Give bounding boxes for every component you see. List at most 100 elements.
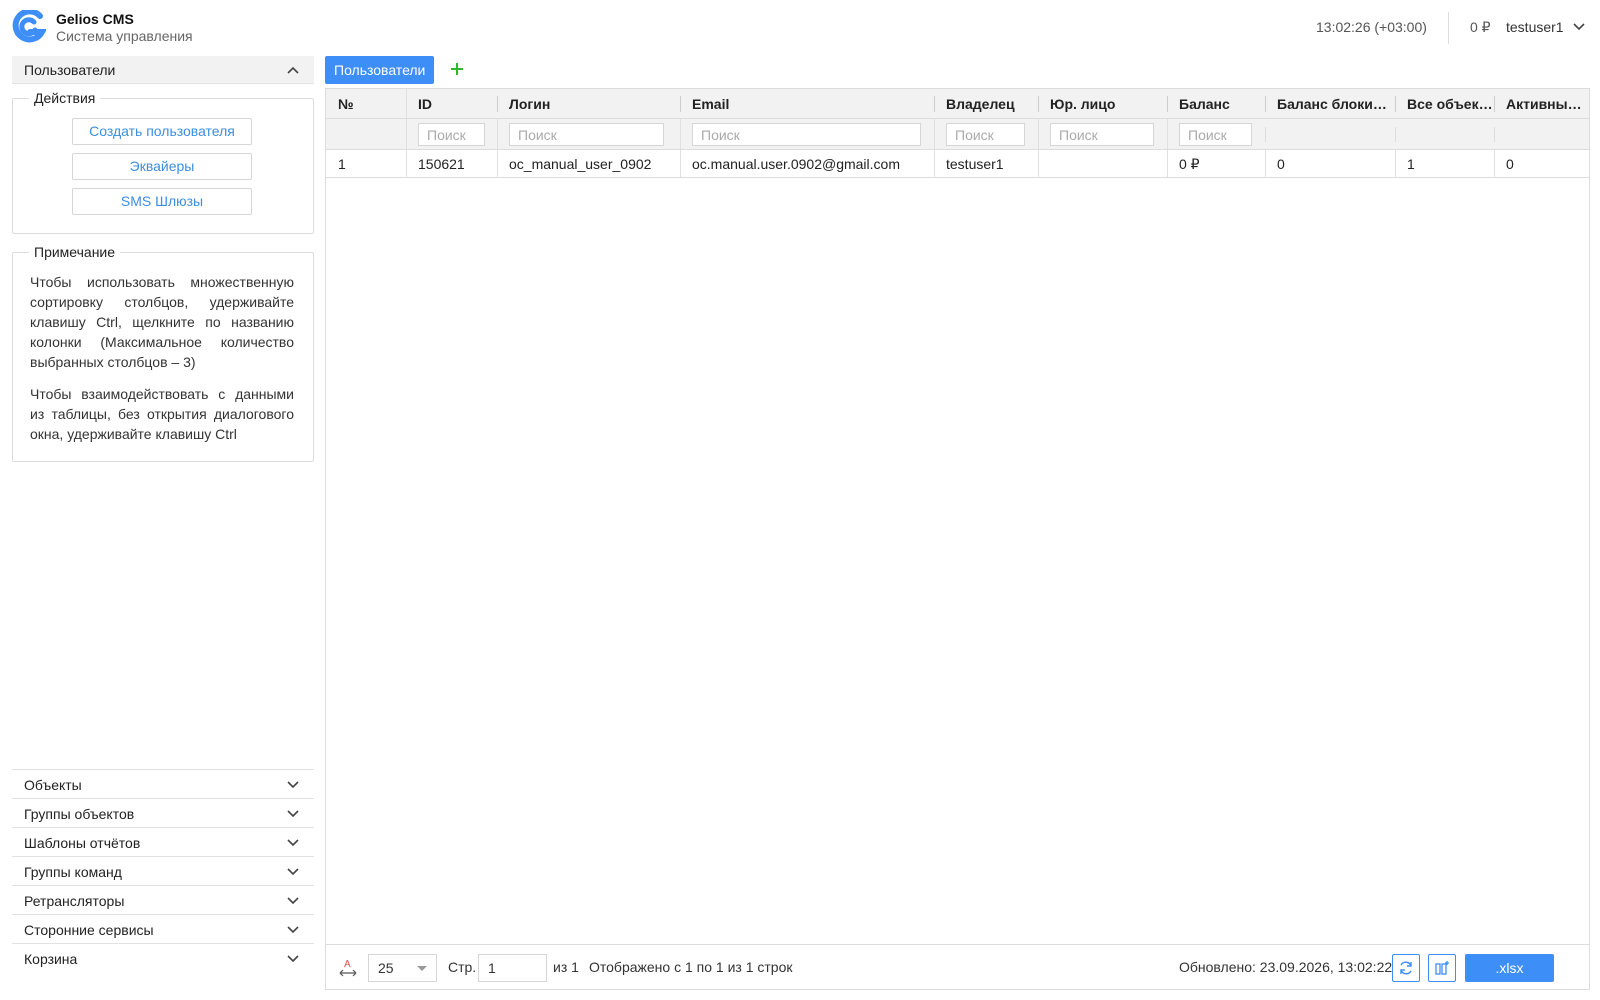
sidebar-section-label: Корзина <box>24 951 78 967</box>
chevron-up-icon[interactable] <box>286 63 300 77</box>
filter-owner-input[interactable] <box>946 123 1025 146</box>
cell-blocked-balance: 0 <box>1277 156 1285 172</box>
column-separator[interactable] <box>1494 96 1495 112</box>
filter-row <box>326 119 1589 150</box>
table-header: № ID Логин Email Владелец Юр. лицо Балан… <box>326 89 1589 119</box>
sidebar-section-users[interactable]: Пользователи <box>12 56 314 84</box>
column-separator[interactable] <box>1265 96 1266 112</box>
updated-text: Обновлено: 23.09.2026, 13:02:22 <box>1179 959 1393 975</box>
app-title: Gelios CMS <box>56 11 134 27</box>
column-header-blocked-balance[interactable]: Баланс блокировки <box>1265 89 1395 119</box>
app-subtitle: Система управления <box>56 28 193 44</box>
table-footer: A 25 Стр. из 1 Отображено с 1 по 1 из 1 … <box>326 944 1589 989</box>
column-divider <box>934 119 935 178</box>
sidebar-section-label: Пользователи <box>24 62 116 78</box>
column-header-id[interactable]: ID <box>406 89 497 119</box>
gelios-logo-icon <box>12 10 46 43</box>
chevron-down-icon[interactable] <box>286 778 300 792</box>
column-header-owner[interactable]: Владелец <box>934 89 1038 119</box>
cell-owner: testuser1 <box>946 156 1004 172</box>
note-text: Чтобы использовать множественную сортиро… <box>30 274 294 370</box>
page-number-input[interactable] <box>478 954 547 982</box>
filter-email-input[interactable] <box>692 123 921 146</box>
column-divider <box>1494 150 1495 178</box>
column-header-number[interactable]: № <box>326 89 406 119</box>
column-divider <box>680 119 681 178</box>
chevron-down-icon[interactable] <box>286 952 300 966</box>
font-size-icon[interactable]: A <box>338 957 358 977</box>
cell-email: oc.manual.user.0902@gmail.com <box>692 156 900 172</box>
chevron-down-icon[interactable] <box>1572 20 1586 34</box>
cell-all-objects: 1 <box>1407 156 1415 172</box>
caret-down-icon <box>417 966 427 971</box>
filter-id-input[interactable] <box>418 123 485 146</box>
sms-gateways-button[interactable]: SMS Шлюзы <box>72 188 252 215</box>
svg-text:A: A <box>344 959 351 970</box>
chevron-down-icon[interactable] <box>286 807 300 821</box>
filter-legal-entity-input[interactable] <box>1050 123 1154 146</box>
filter-balance-input[interactable] <box>1179 123 1252 146</box>
sidebar-section-label: Сторонние сервисы <box>24 922 154 938</box>
app-header: Gelios CMS Система управления 13:02:26 (… <box>0 0 1600 55</box>
add-tab-icon[interactable] <box>448 60 466 78</box>
chevron-down-icon[interactable] <box>286 836 300 850</box>
chevron-down-icon[interactable] <box>286 923 300 937</box>
column-header-login[interactable]: Логин <box>497 89 680 119</box>
export-xlsx-button[interactable]: .xlsx <box>1465 954 1554 982</box>
sidebar-section-third-party[interactable]: Сторонние сервисы <box>12 914 314 943</box>
page-size-select[interactable]: 25 <box>368 954 437 982</box>
sidebar-section-label: Объекты <box>24 777 82 793</box>
columns-settings-button[interactable] <box>1428 954 1456 982</box>
cell-legal-entity <box>1038 150 1167 178</box>
sidebar-section-report-templates[interactable]: Шаблоны отчётов <box>12 827 314 856</box>
sidebar-section-retranslators[interactable]: Ретрансляторы <box>12 885 314 914</box>
column-header-balance[interactable]: Баланс <box>1167 89 1265 119</box>
page-label: Стр. <box>448 959 477 975</box>
refresh-button[interactable] <box>1392 954 1420 982</box>
page-size-value: 25 <box>378 960 394 976</box>
column-divider <box>1167 119 1168 178</box>
column-separator[interactable] <box>680 96 681 112</box>
column-separator[interactable] <box>1167 96 1168 112</box>
sidebar: Пользователи Действия Создать пользовате… <box>12 56 314 990</box>
acquirers-button[interactable]: Эквайеры <box>72 153 252 180</box>
rows-shown-text: Отображено с 1 по 1 из 1 строк <box>589 959 793 975</box>
header-divider <box>1448 12 1449 44</box>
column-header-legal-entity[interactable]: Юр. лицо <box>1038 89 1167 119</box>
column-header-all-objects[interactable]: Все объекты <box>1395 89 1494 119</box>
sidebar-section-trash[interactable]: Корзина <box>12 943 314 972</box>
column-header-active-objects[interactable]: Активные объекты <box>1494 89 1589 119</box>
create-user-button[interactable]: Создать пользователя <box>72 118 252 145</box>
column-separator[interactable] <box>1038 96 1039 112</box>
clock: 13:02:26 (+03:00) <box>1316 19 1427 35</box>
column-separator[interactable] <box>1395 96 1396 112</box>
columns-icon <box>1435 961 1449 975</box>
filter-separator <box>1494 127 1495 142</box>
column-header-email[interactable]: Email <box>680 89 934 119</box>
note-text: Чтобы взаимодействовать с данными из таб… <box>30 386 294 442</box>
filter-separator <box>1395 127 1396 142</box>
cell-number: 1 <box>338 156 346 172</box>
sidebar-section-label: Ретрансляторы <box>24 893 125 909</box>
user-menu[interactable]: testuser1 <box>1506 19 1564 35</box>
sidebar-section-label: Группы команд <box>24 864 122 880</box>
tab-users[interactable]: Пользователи <box>325 56 435 84</box>
column-divider <box>497 119 498 178</box>
cell-active-objects: 0 <box>1506 156 1514 172</box>
sidebar-section-object-groups[interactable]: Группы объектов <box>12 798 314 827</box>
chevron-down-icon[interactable] <box>286 865 300 879</box>
cell-id: 150621 <box>418 156 465 172</box>
actions-legend: Действия <box>34 90 96 106</box>
filter-login-input[interactable] <box>509 123 664 146</box>
sidebar-section-command-groups[interactable]: Группы команд <box>12 856 314 885</box>
column-separator[interactable] <box>934 96 935 112</box>
column-separator[interactable] <box>497 96 498 112</box>
table-row[interactable]: 1 150621 oc_manual_user_0902 oc.manual.u… <box>326 150 1589 178</box>
sidebar-section-objects[interactable]: Объекты <box>12 769 314 798</box>
chevron-down-icon[interactable] <box>286 894 300 908</box>
column-divider <box>1395 150 1396 178</box>
filter-separator <box>1265 127 1266 142</box>
sidebar-section-label: Группы объектов <box>24 806 135 822</box>
header-balance: 0 ₽ <box>1470 19 1491 35</box>
column-divider <box>1265 150 1266 178</box>
